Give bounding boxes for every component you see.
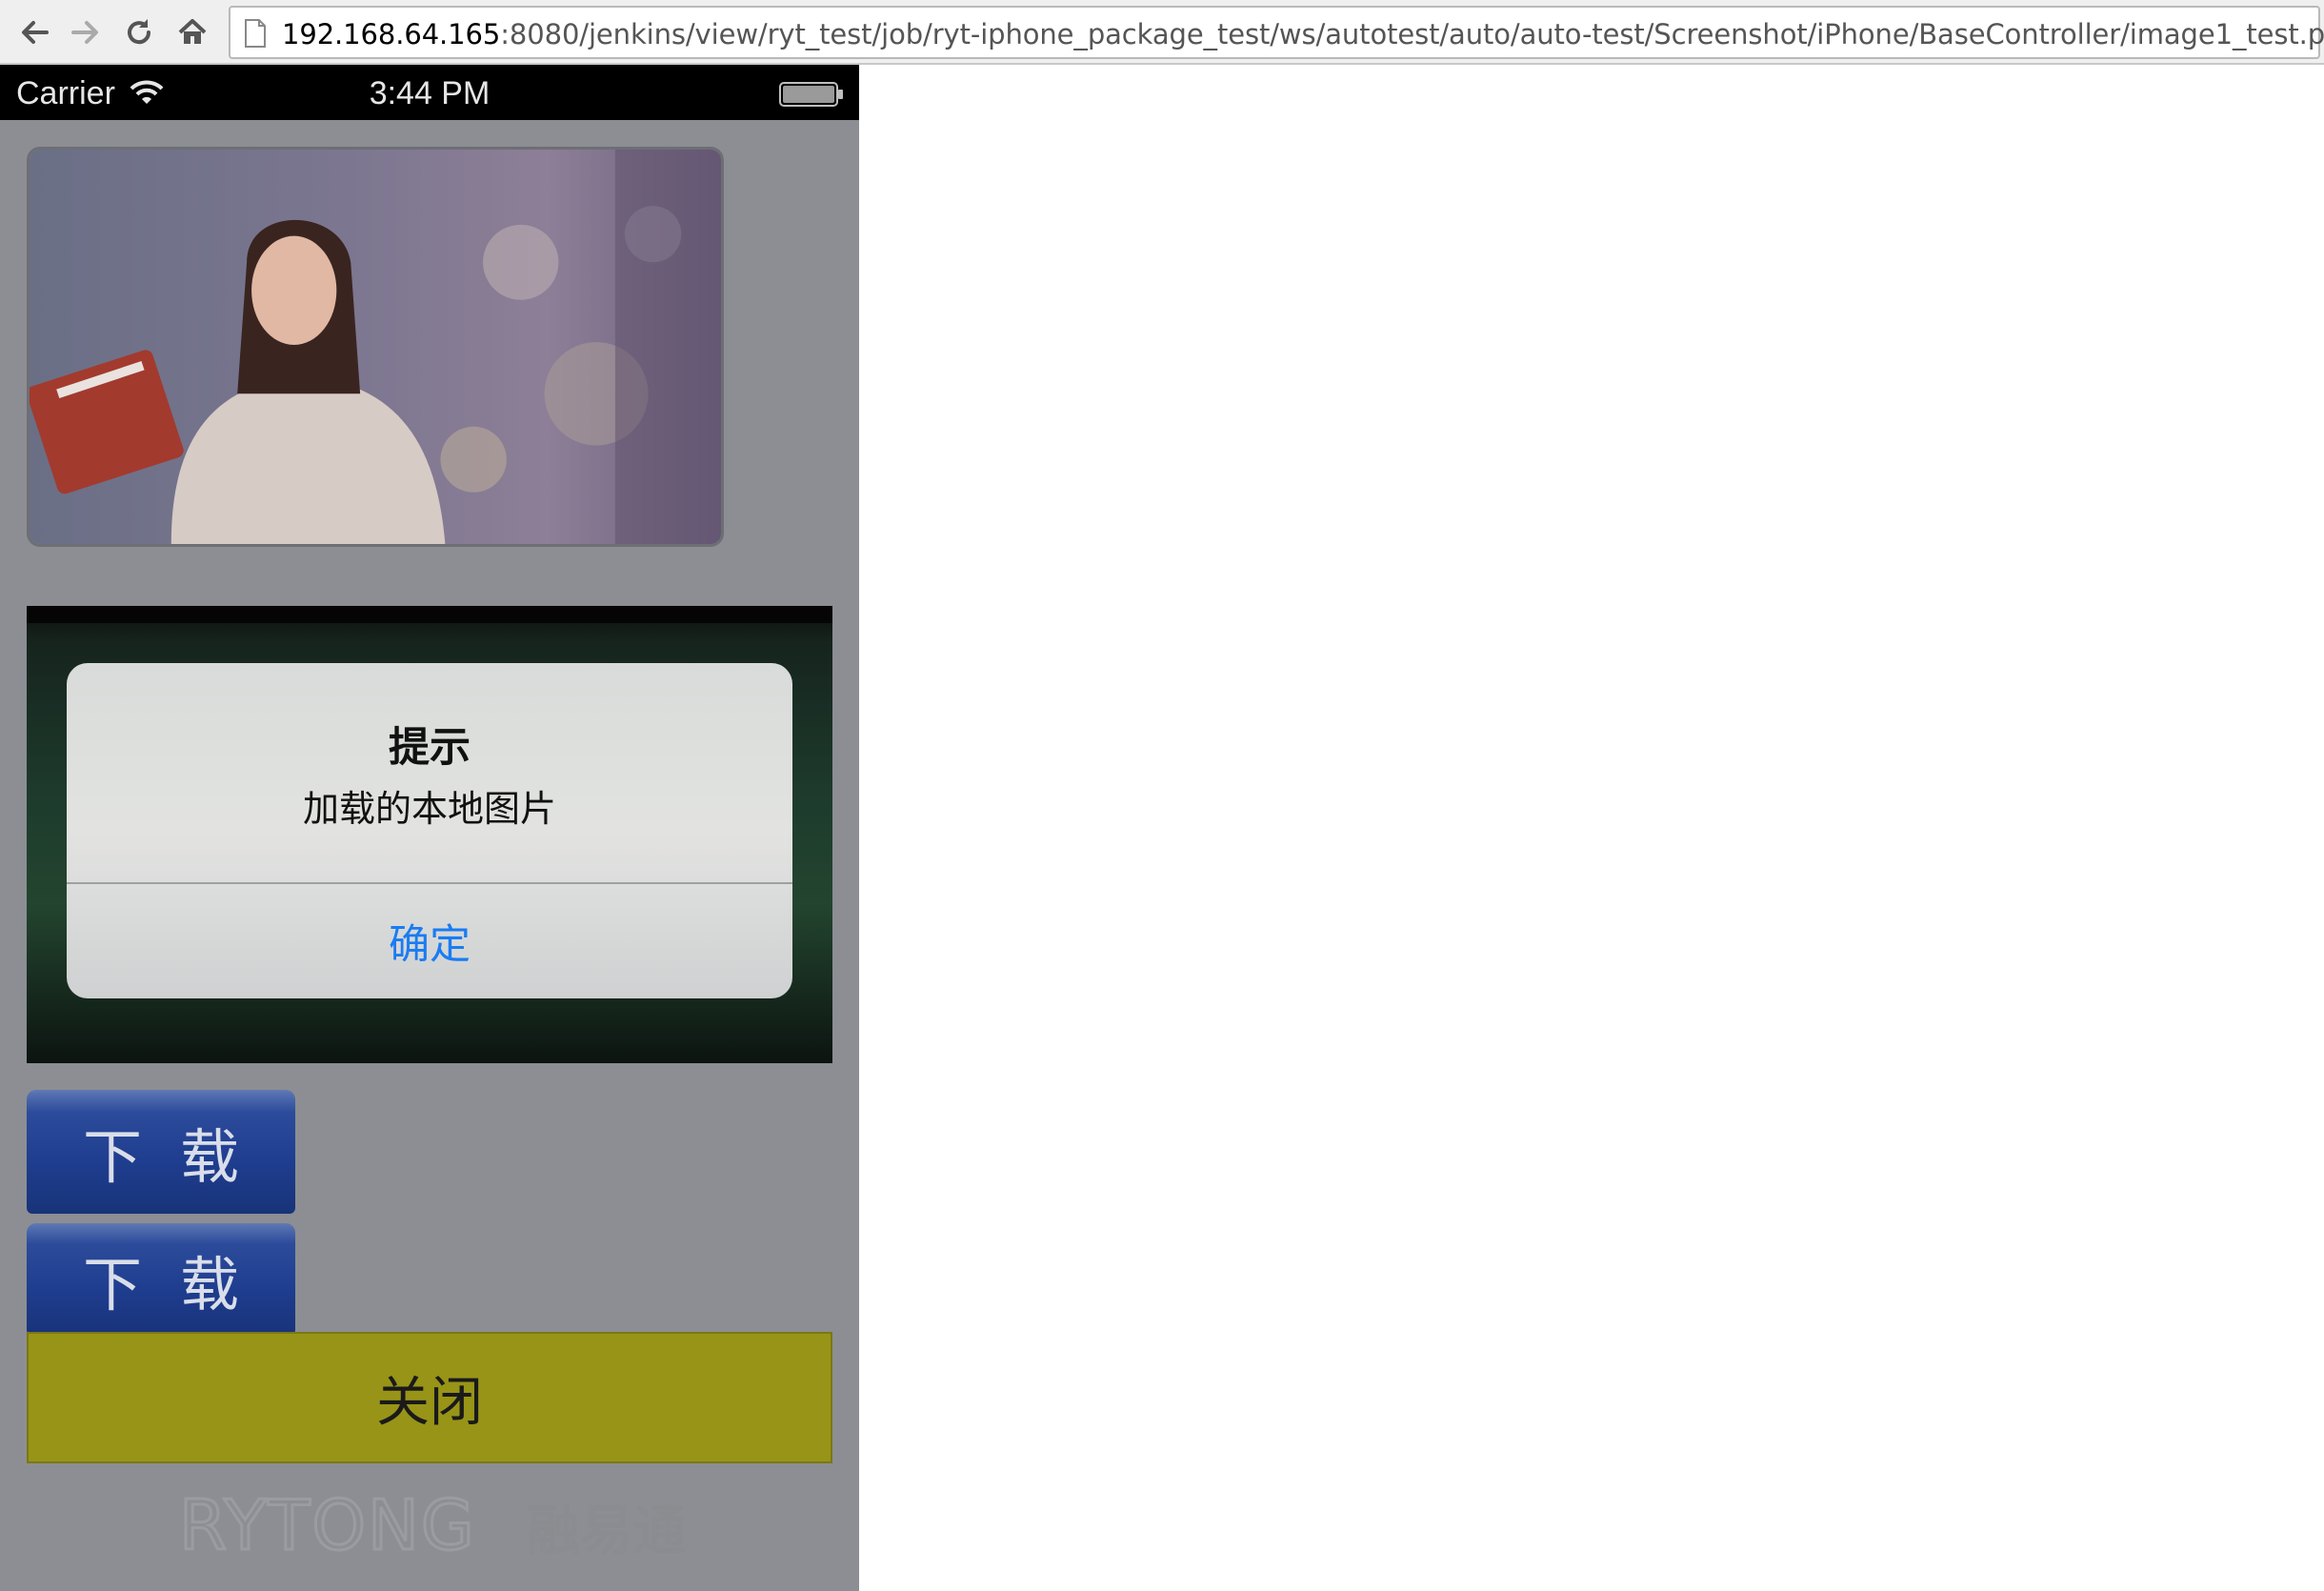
forward-arrow-icon[interactable] (65, 11, 107, 53)
status-bar: Carrier 3:44 PM (0, 65, 859, 120)
download-button-2[interactable]: 下载 (27, 1223, 295, 1336)
page-icon (245, 19, 266, 48)
alert-dialog: 提示 加载的本地图片 确定 (67, 663, 792, 998)
home-icon[interactable] (171, 11, 213, 53)
reload-icon[interactable] (118, 11, 160, 53)
url-text[interactable]: 192.168.64.165:8080/jenkins/view/ryt_tes… (282, 19, 2324, 50)
phone-screen: Carrier 3:44 PM 下载 下载 关闭 RYTONG 融易通 提示 加… (0, 65, 859, 1591)
back-arrow-icon[interactable] (13, 11, 55, 53)
alert-message: 加载的本地图片 (302, 790, 556, 830)
browser-toolbar: 192.168.64.165:8080/jenkins/view/ryt_tes… (0, 0, 2324, 65)
alert-title: 提示 (389, 725, 471, 771)
local-photo (27, 147, 724, 547)
svg-text:RYTONG: RYTONG (179, 1485, 476, 1565)
close-button[interactable]: 关闭 (27, 1332, 832, 1463)
url-host: 192.168.64.165 (282, 18, 501, 50)
image-top-strip (27, 606, 832, 623)
url-path: :8080/jenkins/view/ryt_test/job/ryt-ipho… (500, 18, 2324, 50)
svg-text:融易通: 融易通 (527, 1500, 687, 1562)
status-time: 3:44 PM (369, 75, 491, 111)
address-bar[interactable]: 192.168.64.165:8080/jenkins/view/ryt_tes… (229, 6, 2324, 59)
download-button-1[interactable]: 下载 (27, 1090, 295, 1214)
battery-icon (779, 82, 843, 107)
alert-confirm-button[interactable]: 确定 (67, 884, 792, 998)
rytong-logo: RYTONG 融易通 (179, 1484, 687, 1567)
